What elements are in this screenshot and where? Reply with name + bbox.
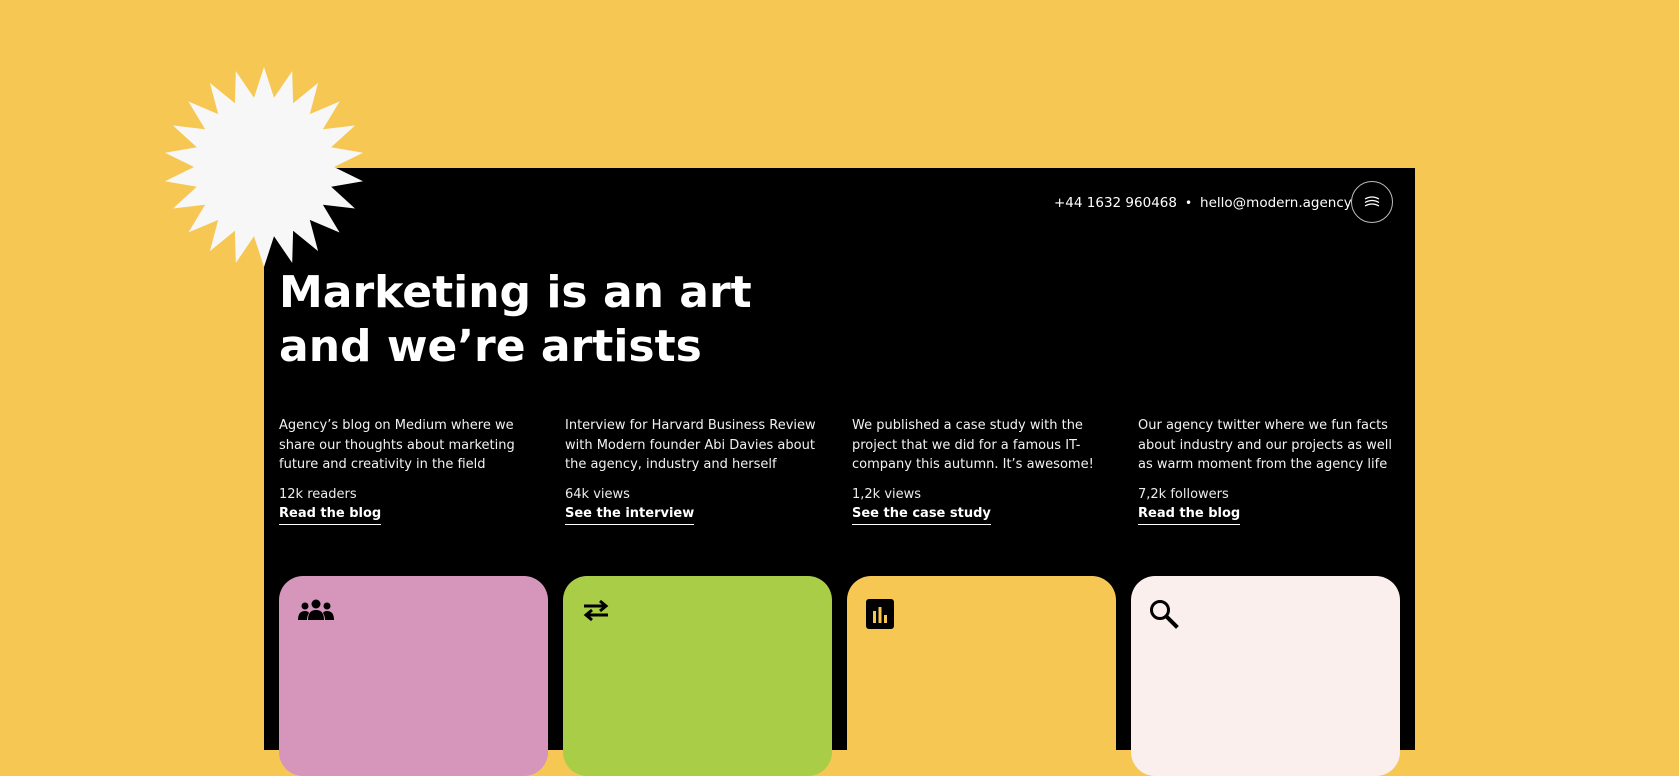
hero-heading: Marketing is an art and we’re artists (279, 266, 752, 374)
starburst-badge (165, 67, 363, 267)
hero-line-2: and we’re artists (279, 321, 702, 372)
service-card-people[interactable] (279, 576, 548, 776)
swap-arrows-icon (580, 598, 620, 632)
stat-description: We published a case study with the proje… (852, 418, 1094, 472)
read-blog-link[interactable]: Read the blog (279, 506, 382, 525)
hero-line-1: Marketing is an art (279, 267, 752, 318)
stat-description: Our agency twitter where we fun facts ab… (1138, 418, 1393, 472)
stat-column-blog: Agency’s blog on Medium where we share o… (279, 416, 549, 525)
stat-column-case-study: We published a case study with the proje… (852, 416, 1122, 525)
stat-metric: 7,2k followers (1138, 486, 1229, 502)
stat-metric: 1,2k views (852, 486, 922, 502)
service-card-analytics[interactable] (847, 576, 1116, 776)
phone-link[interactable]: +44 1632 960468 (1054, 195, 1177, 211)
see-interview-link[interactable]: See the interview (565, 506, 695, 525)
menu-button[interactable] (1351, 181, 1393, 223)
email-link[interactable]: hello@modern.agency (1200, 195, 1352, 211)
stat-description: Agency’s blog on Medium where we share o… (279, 418, 515, 472)
service-card-exchange[interactable] (563, 576, 832, 776)
search-icon (1148, 598, 1188, 632)
stat-metric: 12k readers (279, 486, 357, 502)
stat-column-twitter: Our agency twitter where we fun facts ab… (1138, 416, 1408, 525)
stat-metric: 64k views (565, 486, 630, 502)
service-card-search[interactable] (1131, 576, 1400, 776)
bar-chart-icon (864, 598, 904, 632)
menu-icon (1364, 196, 1380, 207)
contact-info: +44 1632 960468 • hello@modern.agency (1054, 195, 1352, 211)
read-blog-link[interactable]: Read the blog (1138, 506, 1241, 525)
see-case-study-link[interactable]: See the case study (852, 506, 991, 525)
stat-column-interview: Interview for Harvard Business Review wi… (565, 416, 835, 525)
separator-dot: • (1184, 196, 1193, 210)
stat-description: Interview for Harvard Business Review wi… (565, 418, 816, 472)
people-icon (296, 598, 336, 632)
